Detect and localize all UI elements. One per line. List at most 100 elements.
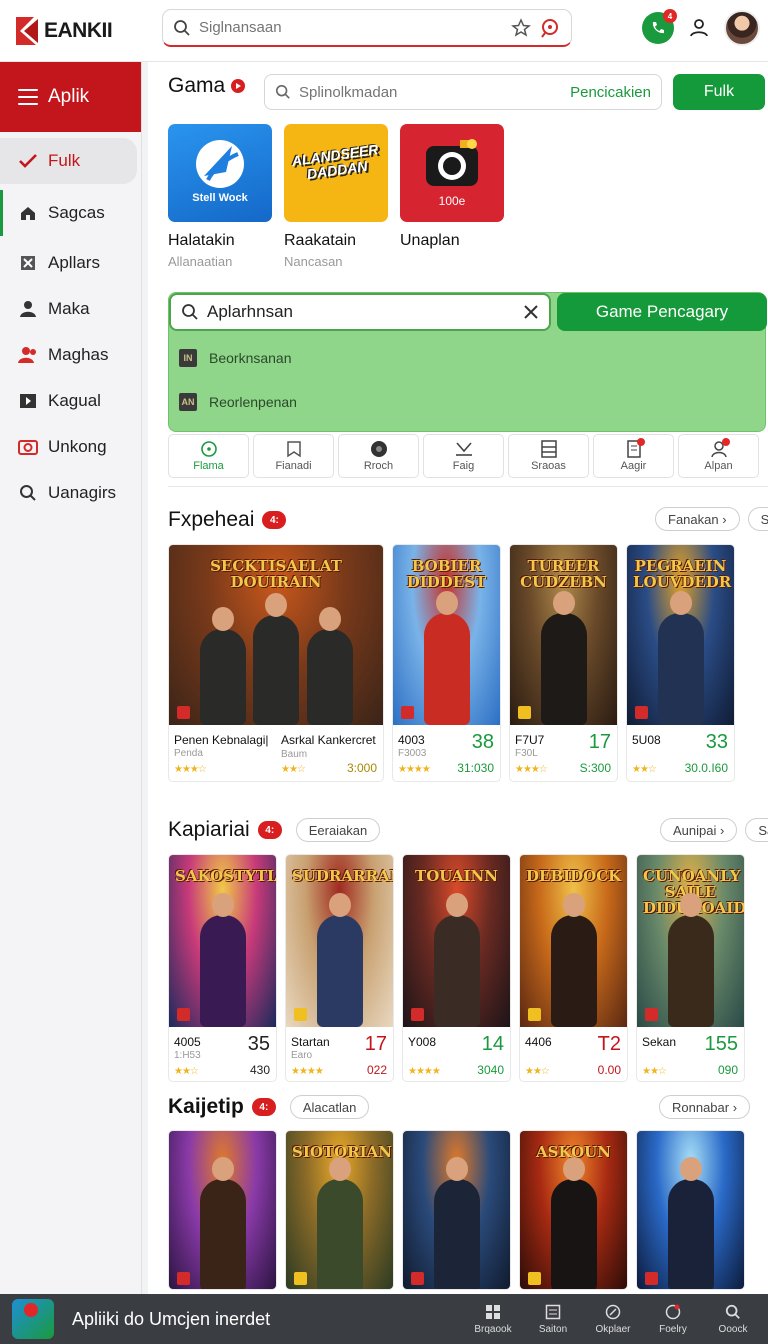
game-card[interactable]: PEGRAEIN LOUVDEDR 5U08 33 ★★☆ 30.0.I60 (626, 544, 735, 782)
suggest-search-bar[interactable] (169, 293, 551, 331)
chip-label: Aunipai (673, 822, 717, 838)
game-card[interactable]: DEBIDOCK 4406 T2 ★★☆ 0.00 (519, 854, 628, 1082)
game-card[interactable]: SUDRARRAN Startan Earo 17 ★★★★ 022 (285, 854, 394, 1082)
grid-x-icon (18, 253, 38, 273)
search-hint-link[interactable]: Pencicakien (570, 84, 651, 101)
more-chip[interactable]: Ronnabar › (659, 1095, 751, 1119)
phone-button[interactable]: 4 (642, 9, 677, 44)
game-card[interactable]: ASKOUN (519, 1130, 628, 1290)
home-icon (18, 203, 38, 223)
app-card[interactable]: Stell Wock Halatakin Allanaatian (168, 124, 274, 269)
sidebar-item-maghas[interactable]: Maghas (0, 332, 141, 378)
more-chip[interactable]: Aunipai › (660, 818, 738, 842)
game-card[interactable]: TOUAINN Y008 14 ★★★★ 3040 (402, 854, 511, 1082)
game-score: 35 (247, 1033, 270, 1055)
bottom-nav-item[interactable]: Okplaer (590, 1302, 636, 1335)
game-character (306, 607, 353, 725)
game-cover-title: SAKOSTYTIAN (175, 867, 276, 885)
top-search-input[interactable] (199, 19, 511, 36)
overflow-chip[interactable]: Sa (745, 818, 768, 842)
bottom-nav-item[interactable]: Saiton (530, 1302, 576, 1335)
game-search-bar[interactable]: Pencicakien (264, 74, 662, 110)
suggestion-item[interactable]: AN Reorlenpenan (179, 393, 297, 411)
game-card[interactable]: SECKTISAELAT DOUIRAIN Penen Kebnalagi| Pen… (168, 544, 384, 782)
category-tab-flama[interactable]: Flama (168, 434, 249, 478)
game-character (540, 591, 587, 725)
category-tab-aagir[interactable]: Aagir (593, 434, 674, 478)
bottom-nav-item[interactable]: Brqaook (470, 1302, 516, 1335)
game-row: SAKOSTYTIAN40051:H5335★★☆430SUDRARRANSta… (168, 854, 745, 1082)
overflow-chip[interactable]: Sa (747, 507, 768, 531)
game-cover-art (403, 1131, 510, 1289)
category-tab-rroch[interactable]: Rroch (338, 434, 419, 478)
play-badge-icon (231, 79, 246, 93)
publisher-icon (518, 706, 531, 719)
category-label: Alpan (704, 460, 733, 472)
game-cover-art: DEBIDOCK (520, 855, 627, 1027)
suggestion-text: Reorlenpenan (209, 394, 297, 410)
bottom-nav-item[interactable]: Ooock (710, 1302, 756, 1335)
location-icon[interactable] (539, 17, 561, 39)
game-card[interactable]: CUNOANLY SAILE DIDUROAIDESekan155★★☆090 (636, 854, 745, 1082)
top-bar: EANKII 4 (0, 0, 768, 62)
suggest-search-input[interactable] (207, 302, 523, 322)
more-chip[interactable]: Fanakan › (655, 507, 740, 531)
filter-chip[interactable]: Alacatlan (289, 1095, 370, 1119)
game-card[interactable]: SIOTORIAN (285, 1130, 394, 1290)
game-card[interactable] (168, 1130, 277, 1290)
sidebar-item-label: Maghas (48, 345, 109, 364)
game-cover-art (169, 1131, 276, 1289)
category-tab-faig[interactable]: Faig (423, 434, 504, 478)
category-tab-alpan[interactable]: Alpan (678, 434, 759, 478)
category-label: Rroch (363, 460, 394, 472)
filter-chip[interactable]: Eeraiakan (295, 818, 381, 842)
sidebar-item-apllars[interactable]: Apllars (0, 240, 141, 286)
close-icon[interactable] (523, 304, 539, 320)
game-cover-art: SUDRARRAN (286, 855, 393, 1027)
chip-label: Ronnabar (672, 1099, 730, 1115)
avatar[interactable] (724, 10, 760, 46)
game-card[interactable] (636, 1130, 745, 1290)
suggestion-item[interactable]: IN Beorknsanan (179, 349, 292, 367)
user-icon[interactable] (688, 17, 710, 39)
sidebar-item-maka[interactable]: Maka (0, 286, 141, 332)
chevron-right-icon: › (722, 511, 727, 527)
search-button[interactable]: Fulk (673, 74, 765, 110)
bottom-nav-label: Foelry (659, 1324, 687, 1335)
game-cover-title: BOBIER DIDDEST (406, 557, 487, 591)
game-card[interactable]: TUREER CUDZEBN F7U7 F30L 17 ★★★☆ S:300 (509, 544, 618, 782)
category-tab-sraoas[interactable]: Sraoas (508, 434, 589, 478)
sidebar-item-fulk[interactable]: Fulk (0, 138, 137, 184)
sidebar-header[interactable]: Aplik (0, 62, 141, 132)
download-count: 31:030 (457, 761, 494, 775)
rating-stars: ★★☆ (525, 1066, 550, 1077)
bottom-nav-item[interactable]: Foelry (650, 1302, 696, 1335)
sidebar-item-unkong[interactable]: Unkong (0, 424, 141, 470)
bottom-nav-label: Ooock (718, 1324, 748, 1335)
section-more: Ronnabar › (659, 1095, 751, 1119)
rating-stars: ★★☆ (632, 764, 657, 775)
category-tab-fianadi[interactable]: Fianadi (253, 434, 334, 478)
suggestion-thumb-icon: IN (179, 349, 197, 367)
game-cover-art: TUREER CUDZEBN (510, 545, 617, 725)
app-card[interactable]: 100e Unaplan (400, 124, 506, 269)
game-character (423, 591, 470, 725)
sidebar-item-uanagirs[interactable]: Uanagirs (0, 470, 141, 516)
publisher-icon (177, 1272, 190, 1285)
game-card[interactable]: BOBIER DIDDEST 4003 F3003 38 ★★★★ 31:030 (392, 544, 501, 782)
game-category-button[interactable]: Game Pencagary (557, 293, 767, 331)
sidebar-item-sagcas[interactable]: Sagcas (0, 190, 141, 236)
pin-icon[interactable] (511, 17, 531, 38)
game-search-input[interactable] (299, 83, 559, 101)
phone-icon (650, 20, 666, 36)
game-cover-title: TUREER CUDZEBN (520, 557, 607, 591)
game-character (667, 1157, 714, 1289)
game-card[interactable] (402, 1130, 511, 1290)
sidebar-item-kagual[interactable]: Kagual (0, 378, 141, 424)
game-card[interactable]: SAKOSTYTIAN40051:H5335★★☆430 (168, 854, 277, 1082)
bottom-app-logo[interactable] (12, 1299, 54, 1339)
app-logo[interactable]: EANKII (12, 14, 152, 48)
top-search-bar[interactable] (162, 9, 572, 47)
game-character (550, 1157, 597, 1289)
app-card[interactable]: ALANDSEER DADDAN Raakatain Nancasan (284, 124, 390, 269)
